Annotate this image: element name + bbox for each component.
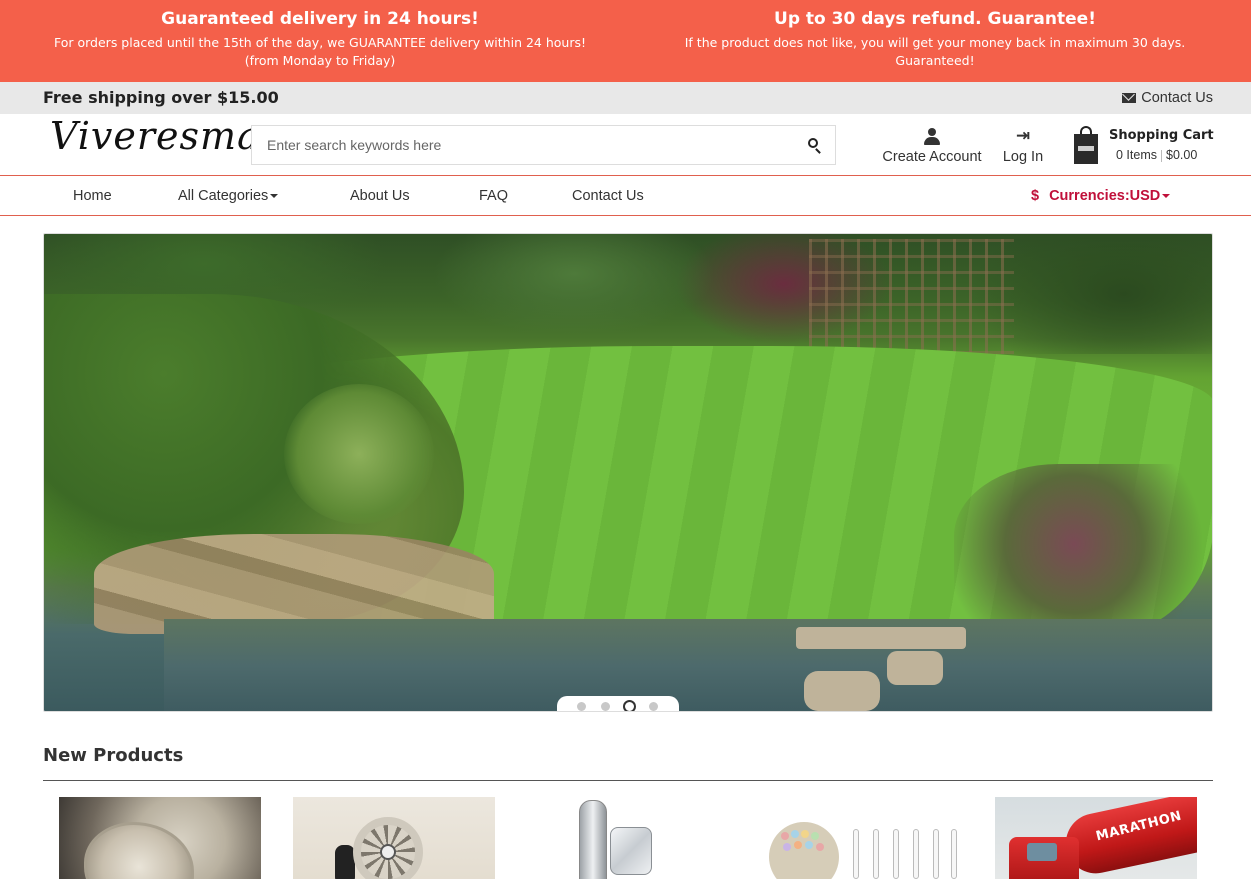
product-image-toy-tanker-truck[interactable]: MARATHON bbox=[995, 797, 1197, 879]
shopping-bag-icon bbox=[1072, 126, 1100, 164]
product-image-wheel-hook[interactable] bbox=[293, 797, 495, 879]
shopping-cart[interactable]: Shopping Cart 0 Items $0.00 bbox=[1072, 124, 1217, 168]
section-divider bbox=[43, 780, 1213, 781]
product-image-glass-door-knob[interactable] bbox=[527, 797, 729, 879]
refund-guarantee-title: Up to 30 days refund. Guarantee! bbox=[774, 9, 1096, 29]
cart-total: $0.00 bbox=[1166, 148, 1198, 162]
shipping-bar: Free shipping over $15.00 Contact Us bbox=[0, 82, 1251, 114]
delivery-guarantee-title: Guaranteed delivery in 24 hours! bbox=[161, 9, 479, 29]
login-label: Log In bbox=[1002, 149, 1044, 165]
caret-down-icon bbox=[270, 194, 279, 199]
delivery-guarantee: Guaranteed delivery in 24 hours! For ord… bbox=[40, 8, 600, 70]
refund-guarantee-text: If the product does not like, you will g… bbox=[684, 35, 1186, 68]
caret-down-icon bbox=[1162, 194, 1171, 199]
new-products-heading: New Products bbox=[43, 745, 184, 766]
slider-pagination bbox=[557, 696, 679, 711]
nav-item-home[interactable]: Home bbox=[73, 188, 112, 204]
cart-title: Shopping Cart bbox=[1109, 128, 1214, 143]
login-link[interactable]: ⇥ Log In bbox=[996, 124, 1050, 165]
product-image-bead-pacifier-clips[interactable] bbox=[761, 797, 963, 879]
user-icon bbox=[924, 128, 940, 146]
slider-dot[interactable] bbox=[649, 702, 658, 711]
cart-summary: 0 Items $0.00 bbox=[1116, 148, 1197, 162]
search-button[interactable] bbox=[793, 126, 835, 164]
envelope-icon bbox=[1122, 93, 1137, 103]
contact-us-label: Contact Us bbox=[1141, 90, 1213, 106]
promo-banner: Guaranteed delivery in 24 hours! For ord… bbox=[0, 0, 1251, 82]
slider-dot[interactable] bbox=[577, 702, 586, 711]
create-account-label: Create Account bbox=[882, 149, 982, 165]
nav-item-all-categories[interactable]: All Categories bbox=[178, 188, 279, 204]
product-image-ceramic-knob[interactable] bbox=[59, 797, 261, 879]
create-account-link[interactable]: Create Account bbox=[874, 124, 990, 165]
sign-in-icon: ⇥ bbox=[1015, 126, 1031, 146]
contact-us-link[interactable]: Contact Us bbox=[1122, 90, 1213, 106]
cart-item-count: 0 Items bbox=[1116, 148, 1157, 162]
delivery-guarantee-text: For orders placed until the 15th of the … bbox=[53, 35, 586, 68]
nav-item-about-us[interactable]: About Us bbox=[350, 188, 410, 204]
nav-item-contact-us[interactable]: Contact Us bbox=[572, 188, 644, 204]
site-logo[interactable]: Viveresma bbox=[50, 114, 261, 158]
nav-item-faq[interactable]: FAQ bbox=[479, 188, 508, 204]
search-input[interactable] bbox=[252, 126, 792, 164]
currency-label: Currencies:USD bbox=[1049, 188, 1161, 204]
currency-selector[interactable]: $ Currencies:USD bbox=[1031, 188, 1171, 204]
dollar-icon: $ bbox=[1031, 188, 1040, 204]
hero-slider[interactable] bbox=[43, 233, 1213, 712]
main-nav: Home All Categories About Us FAQ Contact… bbox=[0, 177, 1251, 216]
search-form bbox=[251, 125, 836, 165]
free-shipping-text: Free shipping over $15.00 bbox=[43, 88, 279, 107]
slider-dot[interactable] bbox=[601, 702, 610, 711]
slider-dot-active[interactable] bbox=[623, 700, 636, 711]
search-icon bbox=[808, 138, 818, 148]
site-header: Viveresma Create Account ⇥ Log In Shoppi… bbox=[0, 114, 1251, 176]
refund-guarantee: Up to 30 days refund. Guarantee! If the … bbox=[650, 8, 1220, 70]
